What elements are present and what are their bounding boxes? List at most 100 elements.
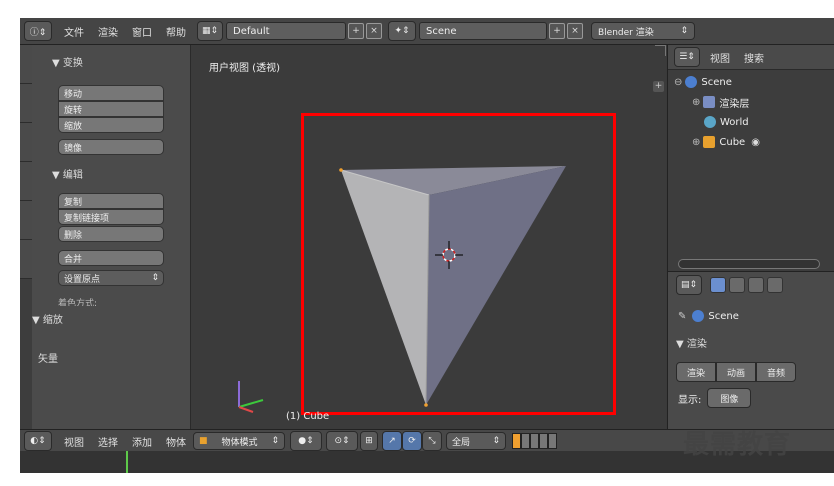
scene-field[interactable]: Scene bbox=[419, 22, 547, 40]
pivot-point-dropdown[interactable]: ⊙⇕ bbox=[326, 431, 358, 451]
set-origin-label: 设置原点 bbox=[64, 274, 101, 285]
menu-window[interactable]: 窗口 bbox=[132, 24, 152, 39]
menu-object[interactable]: 物体 bbox=[166, 434, 186, 449]
properties-tabs: ▤⇕ bbox=[668, 272, 834, 298]
scene-icon bbox=[685, 76, 698, 88]
menu-add[interactable]: 添加 bbox=[132, 434, 152, 449]
menu-render[interactable]: 渲染 bbox=[98, 24, 118, 39]
manipulator-toggle-icon[interactable]: ⊞ bbox=[360, 431, 378, 451]
outliner-scrollbar[interactable] bbox=[678, 259, 820, 269]
editor-type-3dview-icon[interactable]: ◐⇕ bbox=[24, 431, 52, 451]
join-button[interactable]: 合并 bbox=[58, 250, 164, 266]
scene-icon bbox=[692, 310, 705, 322]
tab-physics[interactable] bbox=[20, 201, 32, 240]
render-image-label: 渲染 bbox=[686, 368, 705, 379]
world-icon bbox=[704, 116, 716, 128]
chevron-updown-icon: ⇕ bbox=[151, 273, 159, 283]
remove-scene-icon[interactable]: × bbox=[567, 23, 583, 39]
outliner-menu-search[interactable]: 搜索 bbox=[744, 50, 764, 65]
outliner-row-cube[interactable]: ⊕ Cube ◉ bbox=[668, 132, 834, 152]
outliner-row-render-layers[interactable]: ⊕ 渲染层 bbox=[668, 92, 834, 112]
vector-label: 矢量 bbox=[38, 354, 58, 365]
chevron-updown-icon: ⇕ bbox=[271, 436, 279, 446]
remove-layout-icon[interactable]: × bbox=[366, 23, 382, 39]
orientation-label: 全局 bbox=[452, 437, 471, 448]
screen-layout-field[interactable]: Default bbox=[226, 22, 346, 40]
render-engine-dropdown[interactable]: Blender 渲染 ⇕ bbox=[591, 22, 695, 40]
add-scene-icon[interactable]: + bbox=[549, 23, 565, 39]
pin-icon[interactable]: ✎ bbox=[678, 311, 686, 322]
axis-gizmo-icon bbox=[238, 381, 264, 413]
rotate-button[interactable]: 旋转 bbox=[58, 101, 164, 117]
rotate-manipulator-icon[interactable]: ⟳ bbox=[402, 431, 422, 451]
duplicate-button[interactable]: 复制 bbox=[58, 193, 164, 209]
chevron-updown-icon: ⇕ bbox=[492, 436, 500, 446]
scene-tab-icon[interactable] bbox=[748, 277, 764, 293]
delete-button[interactable]: 删除 bbox=[58, 226, 164, 242]
expand-toggle-icon[interactable]: ⊖ bbox=[674, 77, 682, 88]
duplicate-linked-button[interactable]: 复制链接项 bbox=[58, 209, 164, 225]
render-layers-tab-icon[interactable] bbox=[729, 277, 745, 293]
menu-view[interactable]: 视图 bbox=[64, 434, 84, 449]
outliner: ☰⇕ 视图 搜索 ⊖ Scene ⊕ 渲染层 World ⊕ Cube ◉ bbox=[667, 45, 834, 271]
move-button[interactable]: 移动 bbox=[58, 85, 164, 101]
scale-manipulator-icon[interactable]: ⤡ bbox=[422, 431, 442, 451]
add-layout-icon[interactable]: + bbox=[348, 23, 364, 39]
interaction-mode-label: 物体模式 bbox=[221, 437, 258, 448]
watermark-text: 最需教育 bbox=[683, 430, 792, 460]
world-tab-icon[interactable] bbox=[767, 277, 783, 293]
visibility-eye-icon[interactable]: ◉ bbox=[751, 137, 760, 148]
expand-toggle-icon[interactable]: ⊕ bbox=[692, 137, 700, 148]
properties-context: ✎ Scene bbox=[668, 306, 834, 326]
scale-button[interactable]: 缩放 bbox=[58, 117, 164, 133]
render-animation-label: 动画 bbox=[726, 368, 745, 379]
render-audio-label: 音频 bbox=[766, 368, 785, 379]
layer-grid[interactable] bbox=[512, 433, 557, 449]
outliner-label: World bbox=[720, 116, 749, 128]
display-dropdown[interactable]: 图像 bbox=[707, 388, 752, 408]
viewport-shading-dropdown[interactable]: ●⇕ bbox=[290, 431, 322, 451]
expand-toggle-icon[interactable]: ⊕ bbox=[692, 97, 700, 108]
screen-layout-icon[interactable]: ▦⇕ bbox=[197, 21, 223, 41]
render-panel-header[interactable]: ▼ 渲染 bbox=[668, 332, 834, 352]
tab-grease-pencil[interactable] bbox=[20, 240, 32, 279]
render-image-button[interactable]: 渲染 bbox=[676, 362, 716, 382]
toolshelf: ▼ 变换 移动 旋转 缩放 镜像 ▼ 编辑 复制 复制链接项 删除 合并 设置原… bbox=[32, 45, 191, 429]
properties-scene-label: Scene bbox=[708, 310, 739, 322]
render-animation-button[interactable]: 动画 bbox=[716, 362, 756, 382]
transform-panel-header[interactable]: ▼ 变换 bbox=[52, 51, 190, 71]
editor-type-properties-icon[interactable]: ▤⇕ bbox=[676, 275, 702, 295]
outliner-menu-view[interactable]: 视图 bbox=[710, 50, 730, 65]
mirror-button[interactable]: 镜像 bbox=[58, 139, 164, 155]
tab-animation[interactable] bbox=[20, 162, 32, 201]
cube-icon bbox=[703, 136, 716, 148]
editor-type-info-icon[interactable]: ⓘ⇕ bbox=[24, 21, 52, 41]
scale-operator-panel-header[interactable]: ▼ 缩放 bbox=[32, 308, 190, 328]
menu-help[interactable]: 帮助 bbox=[166, 24, 186, 39]
outliner-header: ☰⇕ 视图 搜索 bbox=[668, 45, 834, 70]
outliner-label: Scene bbox=[701, 76, 732, 88]
tab-tools[interactable] bbox=[20, 45, 32, 84]
3d-viewport[interactable]: 用户视图 (透视) + (1) Cube bbox=[191, 45, 666, 429]
editor-type-outliner-icon[interactable]: ☰⇕ bbox=[674, 47, 700, 67]
outliner-label: 渲染层 bbox=[719, 98, 750, 110]
render-tab-icon[interactable] bbox=[710, 277, 726, 293]
render-audio-button[interactable]: 音频 bbox=[756, 362, 796, 382]
outliner-row-world[interactable]: World bbox=[668, 112, 834, 132]
current-frame-marker[interactable] bbox=[126, 451, 128, 473]
scene-selector-icon[interactable]: ✦⇕ bbox=[388, 21, 416, 41]
render-engine-label: Blender 渲染 bbox=[598, 27, 654, 38]
display-value: 图像 bbox=[720, 394, 739, 405]
set-origin-dropdown[interactable]: 设置原点 ⇕ bbox=[58, 270, 164, 286]
tab-create[interactable] bbox=[20, 84, 32, 123]
menu-file[interactable]: 文件 bbox=[64, 24, 84, 39]
transform-orientation-dropdown[interactable]: 全局 ⇕ bbox=[446, 432, 506, 450]
interaction-mode-dropdown[interactable]: ■ 物体模式 ⇕ bbox=[193, 432, 285, 450]
shading-label: 着色方式: bbox=[58, 299, 98, 306]
edit-panel-header[interactable]: ▼ 编辑 bbox=[52, 163, 190, 183]
translate-manipulator-icon[interactable]: ↗ bbox=[382, 431, 402, 451]
tab-relations[interactable] bbox=[20, 123, 32, 162]
menu-select[interactable]: 选择 bbox=[98, 434, 118, 449]
blender-window: ⓘ⇕ 文件 渲染 窗口 帮助 ▦⇕ Default + × ✦⇕ Scene +… bbox=[20, 18, 834, 473]
outliner-row-scene[interactable]: ⊖ Scene bbox=[668, 72, 834, 92]
